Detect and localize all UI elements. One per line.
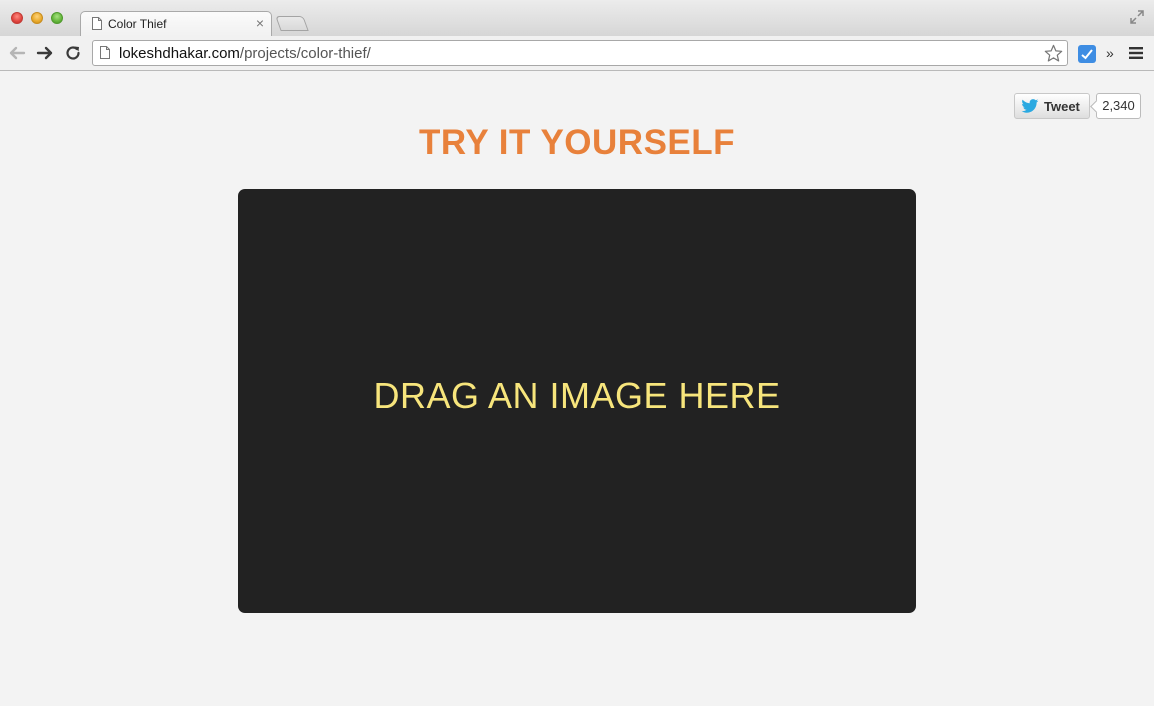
address-bar[interactable]: lokeshdhakar.com/projects/color-thief/ [92,40,1068,66]
extensions-overflow-icon[interactable]: » [1106,45,1114,61]
fullscreen-icon[interactable] [1130,10,1144,24]
tweet-label: Tweet [1044,99,1080,114]
tab-close-icon[interactable]: × [256,15,264,31]
window-titlebar: Color Thief × [0,0,1154,36]
url-text[interactable]: lokeshdhakar.com/projects/color-thief/ [119,45,371,62]
extension-icon[interactable] [1078,45,1096,63]
page-heading: TRY IT YOURSELF [418,123,736,162]
url-path: /projects/color-thief/ [239,45,371,62]
browser-toolbar: lokeshdhakar.com/projects/color-thief/ » [0,36,1154,71]
page-icon [92,17,102,30]
window-close-button[interactable] [11,12,23,24]
menu-icon[interactable] [1129,47,1143,59]
window-zoom-button[interactable] [51,12,63,24]
tab-title: Color Thief [108,17,167,31]
image-dropzone[interactable]: DRAG AN IMAGE HERE [238,189,916,613]
dropzone-label: DRAG AN IMAGE HERE [373,375,781,416]
checkmark-icon [1081,49,1093,60]
browser-tab-active[interactable]: Color Thief × [80,11,272,36]
star-icon[interactable] [1044,44,1063,63]
tweet-button[interactable]: Tweet [1014,93,1090,119]
forward-icon[interactable] [36,44,54,62]
reload-icon[interactable] [64,44,82,62]
back-icon[interactable] [8,44,26,62]
window-minimize-button[interactable] [31,12,43,24]
new-tab-button[interactable] [275,16,309,31]
url-domain: lokeshdhakar.com [119,45,240,62]
tweet-count[interactable]: 2,340 [1096,93,1141,119]
twitter-bird-icon [1021,99,1039,113]
page-icon [100,46,110,59]
page-content: Tweet 2,340 TRY IT YOURSELF DRAG AN IMAG… [0,71,1154,706]
